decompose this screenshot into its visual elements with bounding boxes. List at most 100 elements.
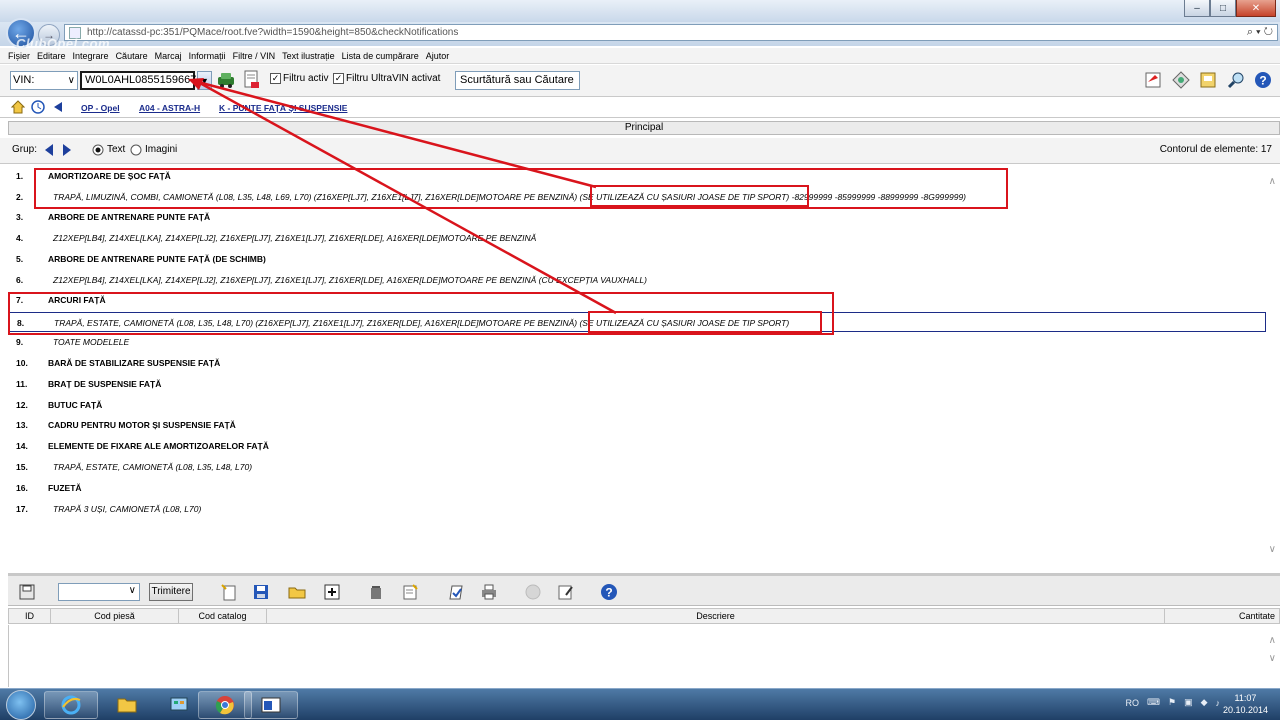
filter-active-checkbox[interactable]: ✓ — [270, 73, 281, 84]
tag-icon[interactable] — [1170, 69, 1192, 91]
item-number: 5. — [16, 254, 24, 264]
catalog-app-icon[interactable] — [244, 691, 298, 719]
help-icon[interactable]: ? — [1252, 69, 1274, 91]
list-item[interactable]: 11. BRAȚ DE SUSPENSIE FAȚĂ — [8, 374, 1266, 394]
windows-start-icon[interactable] — [6, 690, 36, 720]
filter-ultravin-checkbox[interactable]: ✓ — [333, 73, 344, 84]
check-document-icon[interactable] — [446, 581, 468, 603]
list-item[interactable]: 5. ARBORE DE ANTRENARE PUNTE FAȚĂ (DE SCH… — [8, 249, 1266, 269]
item-number: 3. — [16, 212, 24, 222]
maximize-button[interactable]: □ — [1210, 0, 1236, 17]
prev-group-icon[interactable] — [42, 140, 56, 160]
group-label: Grup: — [12, 144, 38, 155]
print-icon[interactable] — [478, 581, 500, 603]
menu-item-informatii[interactable]: Informații — [189, 51, 226, 61]
list-item[interactable]: 4. Z12XEP[LB4], Z14XEL[LKA], Z14XEP[LJ2],… — [8, 228, 1266, 248]
network-icon[interactable]: ▣ — [1184, 697, 1193, 708]
add-icon[interactable] — [321, 581, 343, 603]
scroll-down-icon[interactable]: ∨ — [1269, 544, 1276, 555]
column-catalog-code[interactable]: Cod catalog — [179, 609, 267, 623]
search-input[interactable]: Scurtătură sau Căutare — [455, 71, 580, 90]
list-item[interactable]: 15. TRAPĂ, ESTATE, CAMIONETĂ (L08, L35, L… — [8, 457, 1266, 477]
save-list-icon[interactable] — [16, 581, 38, 603]
column-id[interactable]: ID — [9, 609, 51, 623]
back-triangle-icon[interactable] — [50, 98, 66, 116]
item-number: 7. — [16, 295, 24, 305]
clock-date: 20.10.2014 — [1222, 705, 1268, 715]
document-icon[interactable] — [240, 69, 262, 91]
item-number: 14. — [16, 441, 28, 451]
breadcrumb-punte-fata[interactable]: K - PUNTE FAȚĂ ȘI SUSPENSIE — [219, 103, 347, 113]
home-icon[interactable] — [10, 98, 26, 116]
menu-item-filtre-vin[interactable]: Filtre / VIN — [233, 51, 276, 61]
list-item[interactable]: 17. TRAPĂ 3 UȘI, CAMIONETĂ (L08, L70) — [8, 499, 1266, 519]
list-item[interactable]: 9. TOATE MODELELE — [8, 332, 1266, 352]
watermark: ClubOpel.com — [16, 36, 111, 51]
folder-icon[interactable] — [286, 581, 308, 603]
file-explorer-icon[interactable] — [100, 691, 154, 719]
car-icon[interactable] — [215, 69, 237, 91]
menu-item-lista-cumparare[interactable]: Lista de cumpărare — [342, 51, 419, 61]
list-item[interactable]: 14. ELEMENTE DE FIXARE ALE AMORTIZOARELOR… — [8, 436, 1266, 456]
keyboard-icon[interactable]: ⌨ — [1147, 697, 1160, 708]
bluetooth-icon[interactable]: ◆ — [1201, 697, 1208, 708]
list-item[interactable]: 3. ARBORE DE ANTRENARE PUNTE FAȚĂ — [8, 207, 1266, 227]
close-button[interactable]: ✕ — [1236, 0, 1276, 17]
red-flag-icon[interactable] — [1142, 69, 1164, 91]
notes-icon[interactable] — [554, 581, 576, 603]
volume-icon[interactable]: ♪ — [1216, 698, 1221, 708]
menu-item-editare[interactable]: Editare — [37, 51, 66, 61]
menu-item-integrare[interactable]: Integrare — [73, 51, 109, 61]
menu-item-ajutor[interactable]: Ajutor — [426, 51, 450, 61]
item-text: ARBORE DE ANTRENARE PUNTE FAȚĂ (DE SCHIM… — [48, 254, 266, 264]
menu-item-fisier[interactable]: Fișier — [8, 51, 30, 61]
breadcrumb-opel[interactable]: OP - Opel — [81, 103, 120, 113]
menu-bar: Fișier Editare Integrare Căutare Marcaj … — [0, 48, 1280, 64]
edit-list-icon[interactable] — [399, 581, 421, 603]
list-item[interactable]: 10. BARĂ DE STABILIZARE SUSPENSIE FAȚĂ — [8, 353, 1266, 373]
menu-item-text-ilustratie[interactable]: Text ilustrație — [282, 51, 335, 61]
list-item[interactable]: 7. ARCURI FAȚĂ — [8, 290, 1266, 310]
internet-explorer-icon[interactable] — [44, 691, 98, 719]
trash-icon[interactable] — [365, 581, 387, 603]
list-item[interactable]: 6. Z12XEP[LB4], Z14XEL[LKA], Z14XEP[LJ2],… — [8, 270, 1266, 290]
list-item[interactable]: 2. TRAPĂ, LIMUZINĂ, COMBI, CAMIONETĂ (L08… — [8, 187, 1266, 207]
menu-item-cautare[interactable]: Căutare — [116, 51, 148, 61]
scroll-up-icon[interactable]: ∧ — [1269, 176, 1276, 187]
item-number: 2. — [16, 192, 24, 202]
clock[interactable]: 11:07 20.10.2014 — [1223, 692, 1268, 716]
vin-input[interactable]: W0L0AHL0855159667 — [80, 71, 196, 90]
list-item[interactable]: 13. CADRU PENTRU MOTOR ȘI SUSPENSIE FAȚĂ — [8, 415, 1266, 435]
notebook-icon[interactable] — [1197, 69, 1219, 91]
list-select[interactable]: ∨ — [58, 583, 140, 601]
send-button[interactable]: Trimitere — [149, 583, 193, 601]
menu-item-marcaj[interactable]: Marcaj — [155, 51, 182, 61]
vin-type-select[interactable]: VIN: ∨ — [10, 71, 78, 90]
magnifier-icon[interactable] — [1225, 69, 1247, 91]
scroll-down-icon[interactable]: ∨ — [1269, 653, 1276, 664]
element-count: Contorul de elemente: 17 — [1159, 144, 1272, 155]
breadcrumb-astra-h[interactable]: A04 - ASTRA-H — [139, 103, 200, 113]
radio-text[interactable] — [91, 143, 105, 157]
list-item[interactable]: 12. BUTUC FAȚĂ — [8, 395, 1266, 415]
list-item-selected[interactable]: 8. TRAPĂ, ESTATE, CAMIONETĂ (L08, L35, L4… — [8, 312, 1266, 332]
flag-icon[interactable]: ⚑ — [1168, 697, 1176, 708]
minimize-button[interactable]: – — [1184, 0, 1210, 17]
search-refresh-icons[interactable]: ⌕ ▾ ↻ — [1247, 26, 1273, 39]
column-description[interactable]: Descriere — [267, 609, 1165, 623]
language-indicator[interactable]: RO — [1125, 698, 1139, 708]
url-field[interactable]: http://catassd-pc:351/PQMace/root.fve?wi… — [64, 24, 1278, 41]
vin-dropdown-button[interactable]: ▼ — [197, 71, 212, 90]
list-item[interactable]: 1. AMORTIZOARE DE ȘOC FAȚĂ — [8, 166, 1266, 186]
column-part-code[interactable]: Cod piesă — [51, 609, 179, 623]
list-item[interactable]: 16. FUZETĂ — [8, 478, 1266, 498]
scroll-up-icon[interactable]: ∧ — [1269, 635, 1276, 646]
next-group-icon[interactable] — [60, 140, 74, 160]
column-quantity[interactable]: Cantitate — [1165, 609, 1279, 623]
new-item-icon[interactable] — [218, 581, 240, 603]
help-icon[interactable]: ? — [598, 581, 620, 603]
history-icon[interactable] — [30, 98, 46, 116]
floppy-icon[interactable] — [250, 581, 272, 603]
filter-ultravin-label: Filtru UltraVIN activat — [346, 73, 441, 84]
radio-images[interactable] — [129, 143, 143, 157]
